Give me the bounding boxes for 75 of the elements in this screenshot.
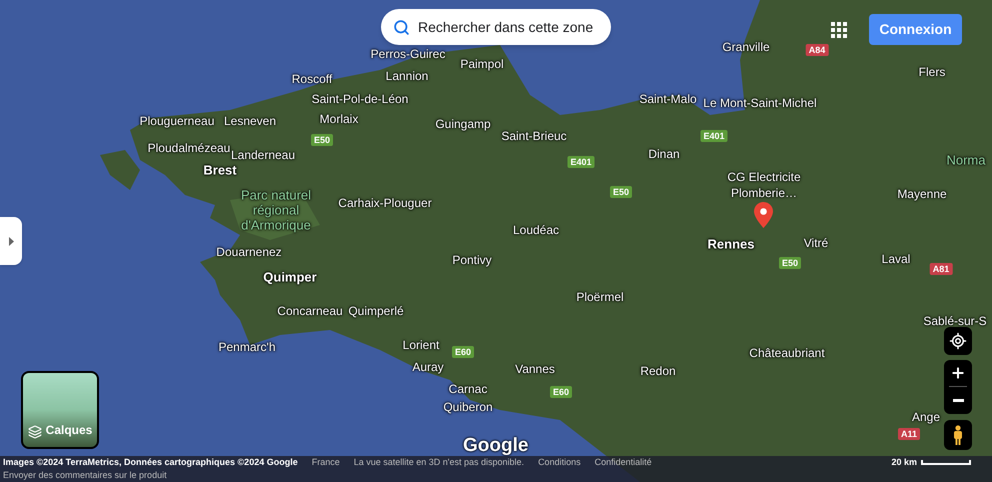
feedback-link[interactable]: Envoyer des commentaires sur le produit — [3, 469, 989, 482]
place-label: Loudéac — [512, 222, 560, 239]
place-label: Vitré — [804, 235, 828, 252]
place-label: Ploërmel — [576, 289, 624, 306]
place-label: Morlaix — [320, 111, 358, 128]
place-label: CG Electricite Plomberie… — [726, 169, 802, 201]
country-text: France — [312, 456, 340, 469]
place-label: Sablé-sur-S — [923, 313, 987, 330]
place-label: Pontivy — [452, 252, 492, 269]
place-label: Granville — [722, 39, 770, 56]
place-label: Auray — [412, 359, 444, 376]
place-label: Brest — [203, 161, 237, 180]
footer-link[interactable]: Conditions — [538, 456, 581, 469]
place-label: Carnac — [448, 381, 488, 398]
road-shield: A81 — [930, 263, 952, 275]
attribution-text: Images ©2024 TerraMetrics, Données cartographiques ©2024 Google — [3, 456, 298, 469]
road-shield: E50 — [610, 186, 632, 198]
place-label: Lorient — [402, 337, 440, 354]
road-shield: E60 — [452, 346, 474, 358]
place-label: Saint-Pol-de-Léon — [312, 91, 408, 108]
apps-grid-icon[interactable] — [831, 22, 847, 38]
road-shield: E401 — [700, 130, 728, 142]
road-shield: E50 — [779, 257, 801, 269]
place-label: Saint-Brieuc — [501, 128, 567, 145]
place-label: Carhaix-Plouguer — [338, 195, 432, 212]
search-icon — [393, 18, 410, 36]
search-area-button[interactable]: Rechercher dans cette zone — [381, 9, 611, 45]
place-label: Landerneau — [230, 147, 296, 164]
map-logo: Google — [463, 437, 528, 455]
place-label: Roscoff — [292, 71, 332, 88]
scale-bar — [921, 460, 971, 465]
location-icon — [949, 332, 967, 350]
scale-label: 20 km — [891, 456, 917, 469]
place-label: Flers — [918, 64, 946, 81]
layers-button[interactable]: Calques — [21, 371, 99, 449]
place-label: Concarneau — [277, 303, 343, 320]
place-label: Douarnenez — [216, 244, 282, 261]
place-label: Le Mont-Saint-Michel — [703, 95, 817, 112]
map-pin-icon[interactable] — [754, 202, 773, 228]
place-label: Paimpol — [460, 56, 504, 73]
person-icon — [953, 425, 963, 445]
place-label: Quimper — [263, 268, 317, 286]
place-label: Ploudalmézeau — [148, 140, 230, 157]
place-label: Penmarc'h — [218, 339, 276, 356]
road-shield: A84 — [806, 44, 828, 56]
street-view-button[interactable] — [944, 420, 972, 450]
place-label: Dinan — [648, 146, 680, 163]
road-shield: E50 — [311, 134, 333, 146]
place-label: Lesneven — [224, 113, 276, 130]
road-shield: E401 — [567, 156, 595, 168]
place-label: Ange — [912, 409, 940, 426]
place-label: Redon — [640, 363, 676, 380]
place-label: Quiberon — [443, 399, 493, 416]
road-shield: A11 — [898, 428, 920, 440]
place-label: Laval — [882, 251, 910, 268]
minus-icon — [952, 398, 964, 402]
place-label: Châteaubriant — [749, 345, 825, 362]
place-label: Saint-Malo — [639, 91, 697, 108]
place-label: Guingamp — [435, 116, 491, 133]
park-label: Norma — [945, 152, 986, 168]
my-location-button[interactable] — [944, 327, 972, 355]
road-shield: E60 — [550, 386, 572, 398]
place-label: Quimperlé — [348, 303, 404, 320]
place-label: Plouguerneau — [140, 113, 214, 130]
side-panel-toggle[interactable] — [0, 217, 22, 265]
place-label: Lannion — [386, 68, 428, 85]
layers-icon — [28, 425, 42, 439]
plus-icon — [950, 365, 966, 381]
caret-icon — [8, 236, 14, 246]
place-label: Rennes — [708, 235, 754, 254]
notice-text: La vue satellite en 3D n'est pas disponible. — [354, 456, 524, 469]
park-label: Parc naturel régional d'Armorique — [240, 188, 312, 232]
place-label: Vannes — [515, 361, 555, 378]
place-label: Mayenne — [897, 186, 947, 203]
footer-link[interactable]: Confidentialité — [594, 456, 652, 469]
